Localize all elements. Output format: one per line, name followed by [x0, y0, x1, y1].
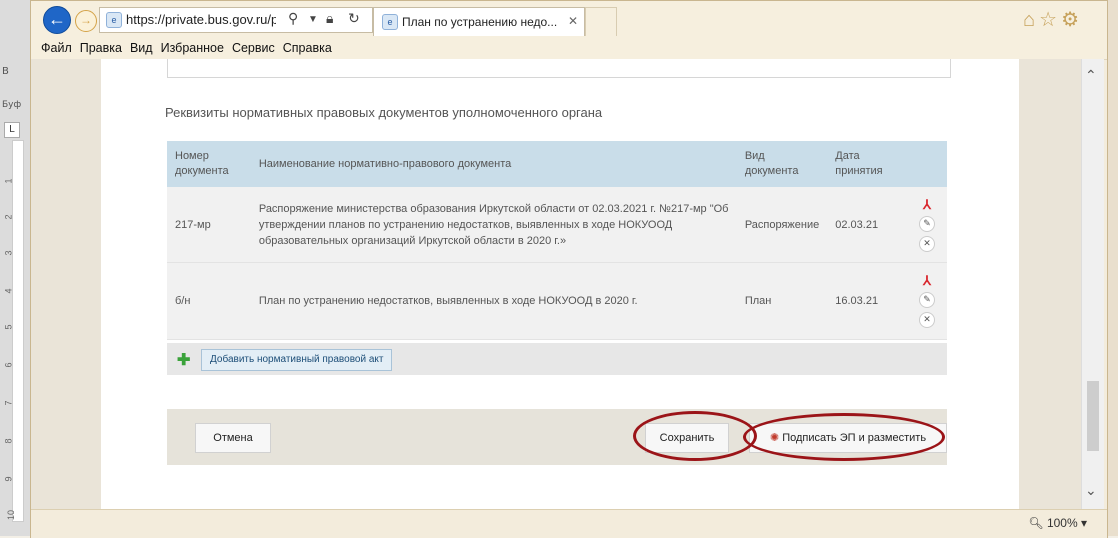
scroll-thumb[interactable] [1087, 381, 1099, 451]
ruler-number: 9 [3, 476, 14, 482]
browser-tab[interactable]: e План по устранению недо... ✕ [373, 7, 585, 36]
ruler-number: 1 [3, 178, 14, 184]
pdf-icon[interactable]: ⅄ [921, 197, 934, 212]
forward-arrow-icon[interactable]: → [75, 10, 97, 32]
menu-bar: Файл Правка Вид Избранное Сервис Справка [31, 37, 1107, 60]
cancel-button[interactable]: Отмена [195, 423, 271, 453]
form-action-bar: Отмена Сохранить ✺ Подписать ЭП и размес… [167, 409, 947, 465]
zoom-icon: 🔍︎ [1028, 516, 1044, 530]
doc-type: План [736, 262, 828, 340]
menu-tools[interactable]: Сервис [232, 37, 275, 59]
scroll-down-icon[interactable]: ⌄ [1085, 482, 1097, 499]
tab-title[interactable]: План по устранению недо... [402, 15, 557, 29]
zoom-level: 100% [1046, 516, 1078, 530]
scroll-up-icon[interactable]: ⌃ [1085, 67, 1097, 84]
search-icon[interactable]: ⚲ [288, 10, 298, 27]
star-icon[interactable]: ☆ [1039, 9, 1061, 31]
delete-icon[interactable]: ✕ [919, 235, 936, 252]
home-icon[interactable]: ⌂ [1023, 9, 1039, 31]
edit-icon[interactable]: ✎ [919, 215, 936, 232]
browser-toolbar: ← → e https://private.bus.gov.ru/priv ⚲ … [31, 1, 1107, 37]
highlight-ellipse-sign [743, 413, 945, 461]
plus-icon[interactable]: ✚ [177, 350, 190, 370]
menu-view[interactable]: Вид [130, 37, 153, 59]
site-favicon: e [106, 12, 122, 28]
table-header-row: Номер документа Наименование нормативно-… [167, 141, 947, 187]
doc-number: б/н [167, 262, 251, 340]
word-left-strip: B Буф L 1 2 3 4 5 6 7 8 9 10 [0, 0, 31, 536]
row-actions: ⅄ ✎ ✕ [907, 262, 947, 340]
add-document-bar: ✚ Добавить нормативный правовой акт [167, 343, 947, 375]
close-tab-icon[interactable]: ✕ [568, 14, 578, 28]
documents-table: Номер документа Наименование нормативно-… [167, 141, 947, 340]
ruler-tab-marker[interactable]: L [4, 122, 20, 138]
ruler-number: 5 [3, 324, 14, 330]
col-header-name: Наименование нормативно-правового докуме… [250, 141, 737, 187]
menu-help[interactable]: Справка [283, 37, 332, 59]
ruler-number: 2 [3, 214, 14, 220]
delete-icon[interactable]: ✕ [919, 312, 936, 328]
word-label-buf: Буф [2, 100, 22, 110]
highlight-ellipse-save [633, 411, 757, 461]
previous-field-box [167, 59, 951, 78]
lock-icon[interactable]: 🔒︎ [326, 10, 333, 27]
zoom-control[interactable]: 🔍︎ 100% ▾ [1028, 516, 1087, 530]
browser-tools: ⌂☆⚙ [1023, 7, 1083, 32]
ruler-number: 10 [6, 509, 17, 521]
back-arrow-icon[interactable]: ← [43, 6, 71, 34]
gear-icon[interactable]: ⚙ [1061, 9, 1083, 31]
new-tab-button[interactable] [585, 7, 617, 36]
status-bar: 🔍︎ 100% ▾ [31, 509, 1107, 538]
ruler-number: 8 [3, 438, 14, 444]
browser-window: ← → e https://private.bus.gov.ru/priv ⚲ … [30, 0, 1108, 538]
word-label-b: B [2, 66, 9, 77]
col-header-type: Вид документа [736, 141, 828, 187]
menu-file[interactable]: Файл [41, 37, 72, 59]
refresh-icon[interactable]: ↻ [348, 10, 360, 27]
tab-favicon: e [382, 14, 398, 30]
ruler-number: 3 [3, 250, 14, 256]
section-title: Реквизиты нормативных правовых документо… [165, 105, 603, 120]
vertical-ruler [12, 140, 24, 522]
doc-name: Распоряжение министерства образования Ир… [250, 187, 737, 263]
col-header-date: Дата принятия [827, 141, 908, 187]
doc-number: 217-мр [167, 187, 251, 263]
vertical-scrollbar[interactable]: ⌃ ⌄ [1081, 59, 1104, 509]
table-row: б/н План по устранению недостатков, выяв… [167, 262, 947, 340]
edit-icon[interactable]: ✎ [919, 292, 936, 308]
col-header-number: Номер документа [167, 141, 251, 187]
doc-date: 02.03.21 [827, 187, 908, 263]
menu-edit[interactable]: Правка [80, 37, 122, 59]
ruler-number: 7 [3, 400, 14, 406]
row-actions: ⅄ ✎ ✕ [907, 187, 947, 263]
address-url[interactable]: https://private.bus.gov.ru/priv [126, 12, 276, 27]
doc-name: План по устранению недостатков, выявленн… [250, 262, 737, 340]
page-viewport: Реквизиты нормативных правовых документо… [31, 59, 1081, 509]
screen: B Буф L 1 2 3 4 5 6 7 8 9 10 ← → e https… [0, 0, 1118, 538]
page-content: Реквизиты нормативных правовых документо… [101, 59, 1019, 509]
menu-favorites[interactable]: Избранное [161, 37, 224, 59]
pdf-icon[interactable]: ⅄ [921, 274, 934, 288]
ruler-number: 4 [3, 288, 14, 294]
ruler-number: 6 [3, 362, 14, 368]
dropdown-icon[interactable]: ▼ [308, 14, 318, 25]
address-bar[interactable]: e https://private.bus.gov.ru/priv ⚲ ▼ 🔒︎… [99, 7, 373, 33]
table-row: 217-мр Распоряжение министерства образов… [167, 187, 947, 263]
add-document-button[interactable]: Добавить нормативный правовой акт [201, 349, 393, 371]
col-header-actions [907, 141, 947, 187]
doc-date: 16.03.21 [827, 262, 908, 340]
doc-type: Распоряжение [736, 187, 828, 263]
